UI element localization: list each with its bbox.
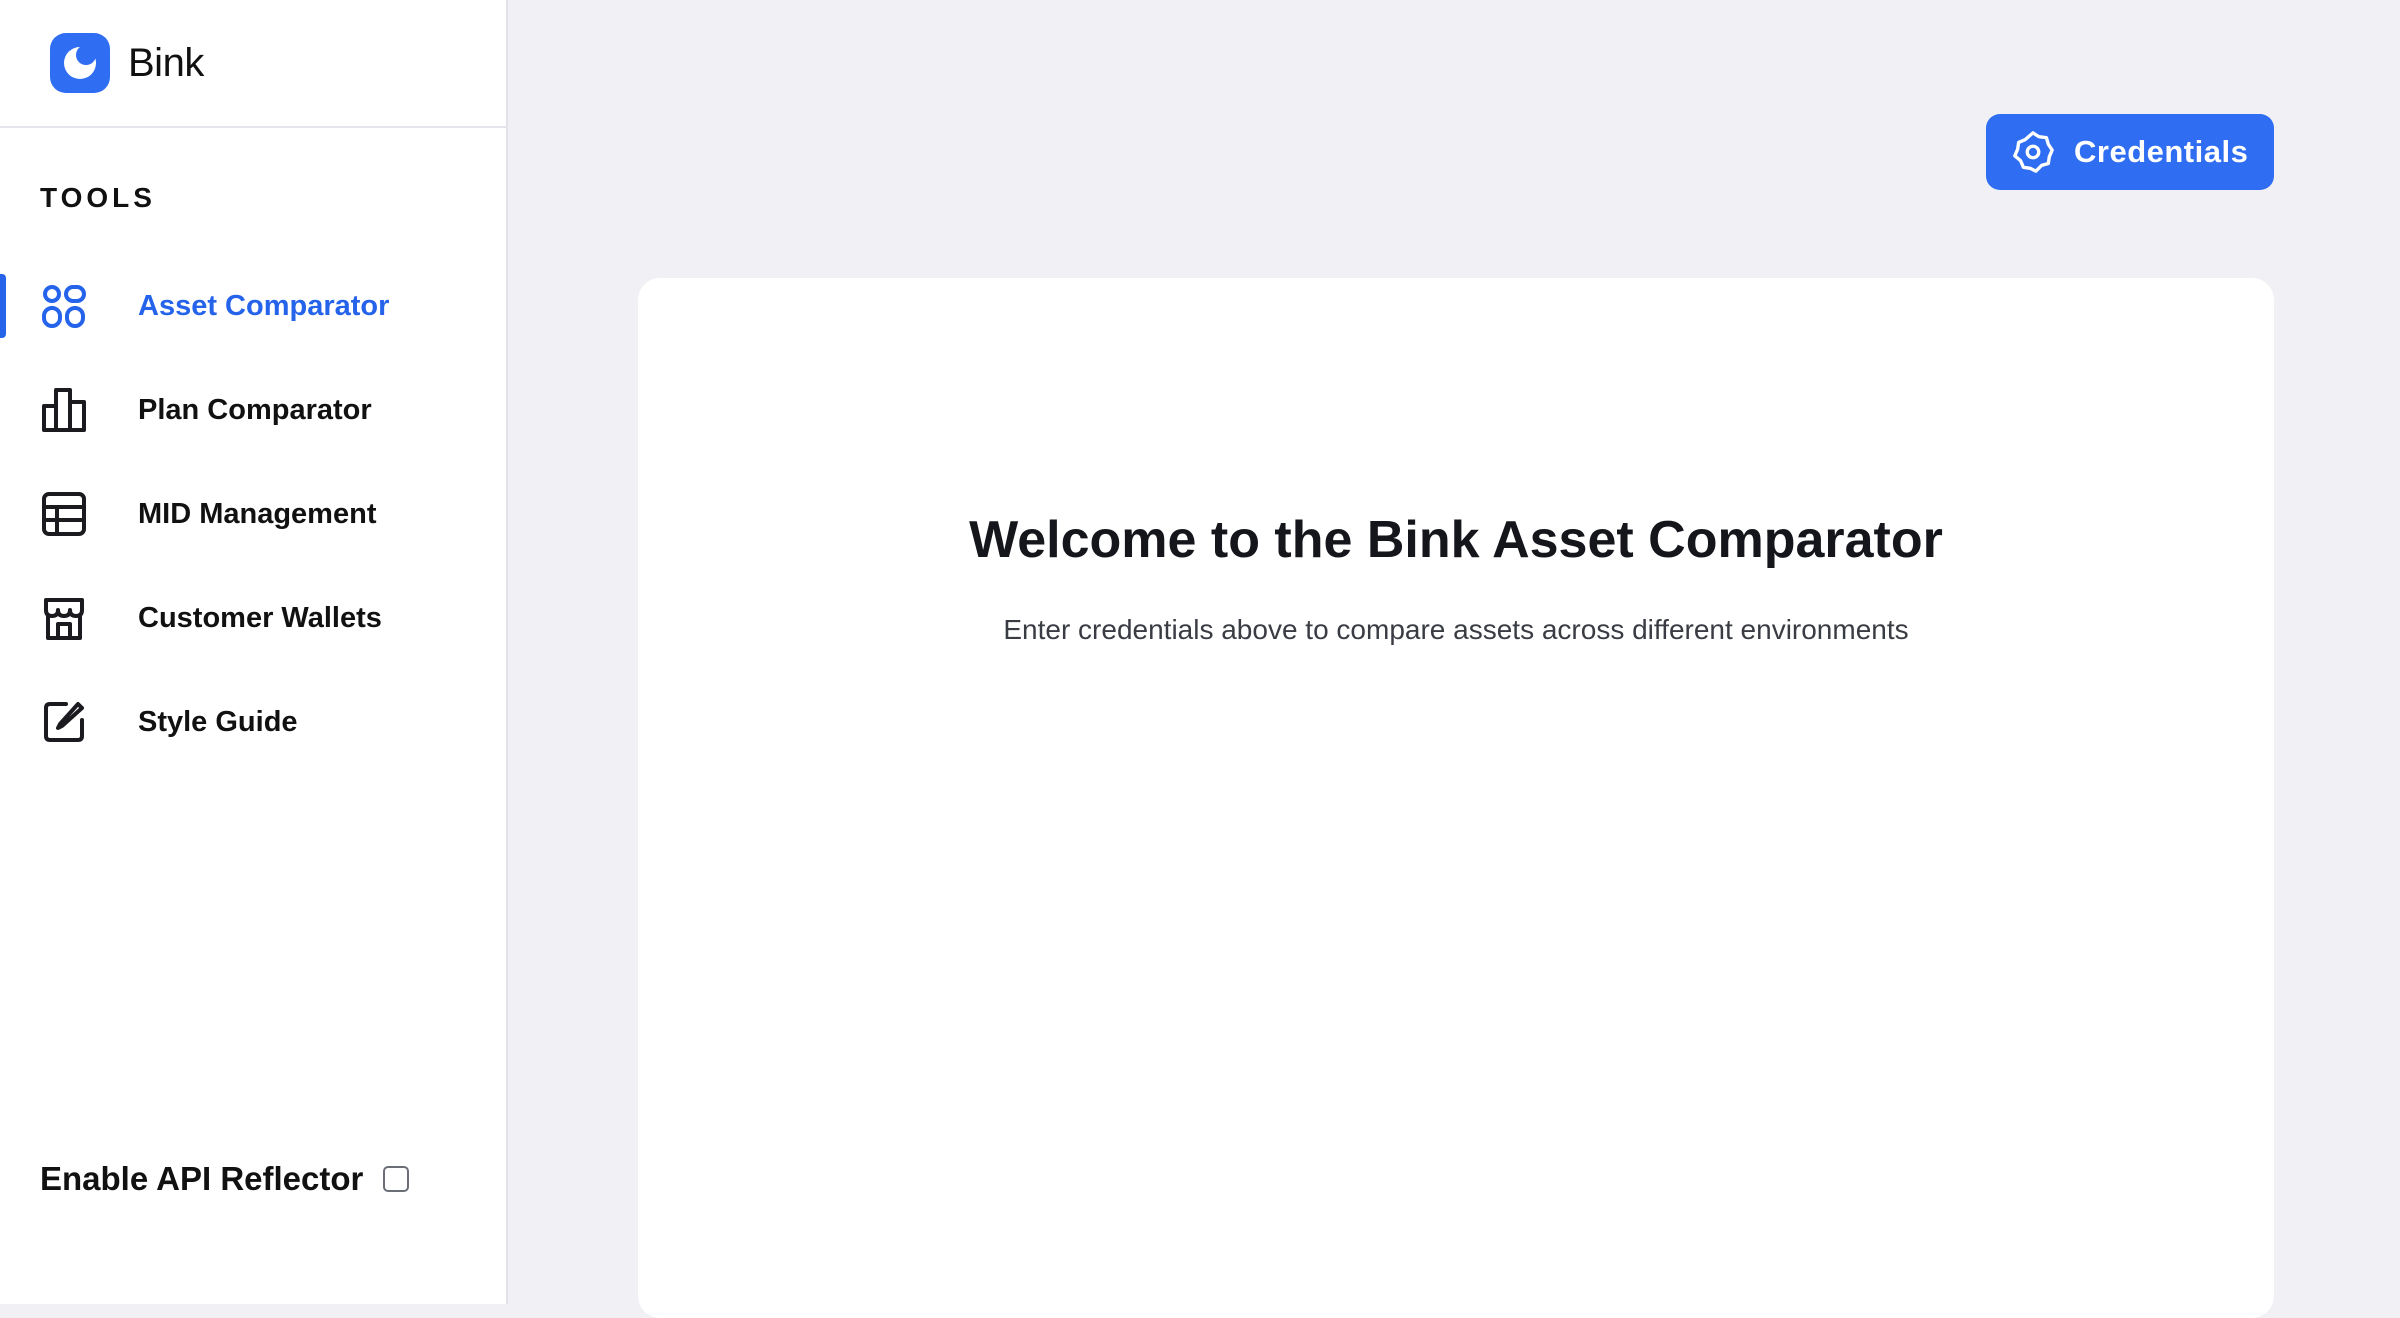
page-subtitle: Enter credentials above to compare asset… xyxy=(1003,614,1909,645)
grid-icon xyxy=(38,280,90,332)
sidebar-item-mid-management[interactable]: MID Management xyxy=(0,482,506,546)
brand-header: Bink xyxy=(0,0,506,128)
sidebar-item-customer-wallets[interactable]: Customer Wallets xyxy=(0,586,506,650)
tools-nav: Asset Comparator Plan Comparator MID Man… xyxy=(0,274,506,794)
bar-chart-icon xyxy=(38,384,90,436)
sidebar-item-label: Customer Wallets xyxy=(138,601,382,634)
sidebar-item-label: Style Guide xyxy=(138,705,298,738)
sidebar-item-plan-comparator[interactable]: Plan Comparator xyxy=(0,378,506,442)
sidebar-item-asset-comparator[interactable]: Asset Comparator xyxy=(0,274,506,338)
sidebar-item-label: Plan Comparator xyxy=(138,393,372,426)
credentials-label: Credentials xyxy=(2074,134,2249,169)
sidebar-item-style-guide[interactable]: Style Guide xyxy=(0,690,506,754)
page-title: Welcome to the Bink Asset Comparator xyxy=(969,511,1943,569)
tools-section-title: TOOLS xyxy=(40,182,156,213)
brand-name: Bink xyxy=(128,40,204,85)
welcome-card: Welcome to the Bink Asset Comparator Ent… xyxy=(638,278,2274,1318)
store-icon xyxy=(38,592,90,644)
credentials-button[interactable]: Credentials xyxy=(1986,114,2274,190)
active-indicator xyxy=(0,274,6,338)
api-reflector-checkbox[interactable] xyxy=(383,1166,410,1192)
sidebar-item-label: Asset Comparator xyxy=(138,289,390,322)
api-reflector-label: Enable API Reflector xyxy=(40,1160,364,1197)
sidebar-item-label: MID Management xyxy=(138,497,377,530)
table-icon xyxy=(38,488,90,540)
sidebar: Bink TOOLS Asset Comparator Plan Compara… xyxy=(0,0,508,1304)
api-reflector-toggle: Enable API Reflector xyxy=(40,1160,410,1198)
gear-icon xyxy=(2013,131,2054,173)
bink-logo-icon xyxy=(50,33,110,93)
edit-icon xyxy=(38,696,90,748)
